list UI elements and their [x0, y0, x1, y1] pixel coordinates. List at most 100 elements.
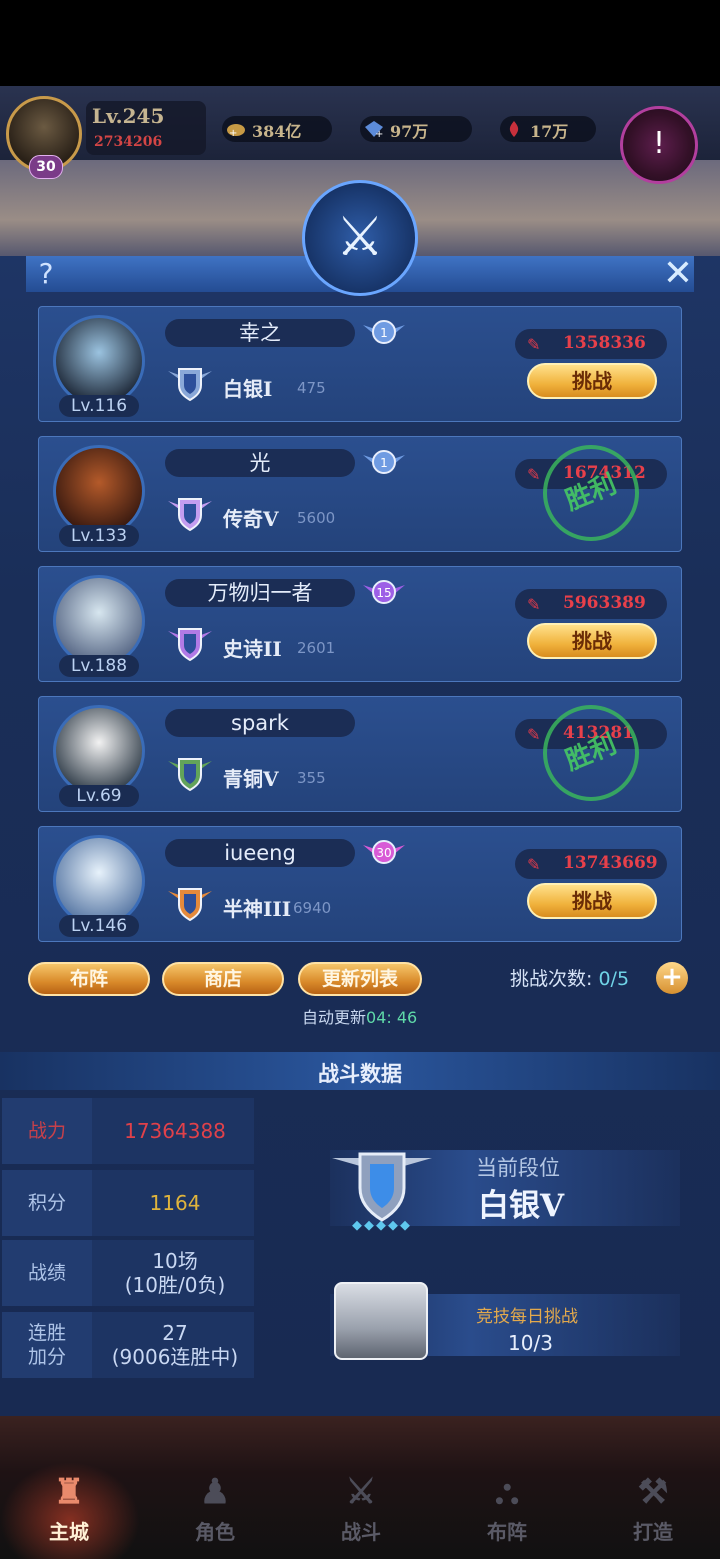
- opponent-avatar[interactable]: [53, 445, 145, 537]
- power-pen-icon: ✎: [527, 595, 541, 614]
- rank-badge-icon: [168, 758, 212, 792]
- opponent-power: 5963389: [563, 593, 646, 613]
- challenge-button[interactable]: 挑战: [527, 363, 657, 399]
- battle-data-title: 战斗数据: [318, 1061, 402, 1086]
- gold-icon: +: [227, 124, 245, 138]
- battle-stat-row: 积分 1164: [2, 1170, 254, 1236]
- formation-icon: ⛬: [495, 1472, 519, 1512]
- opponent-row[interactable]: Lv.69 spark 青铜V 355 ✎ 413281 胜利: [38, 690, 682, 816]
- blood-gem-value: 17万: [530, 122, 569, 141]
- add-challenge-button[interactable]: +: [656, 962, 688, 994]
- stat-value: 27: [162, 1321, 188, 1345]
- quest-scroll-button[interactable]: !: [620, 106, 698, 184]
- rank-badge-icon: [168, 628, 212, 662]
- opponent-power-box: ✎ 13743669: [515, 849, 667, 879]
- medal-icon: 1: [363, 320, 405, 344]
- opponent-level: Lv.188: [59, 655, 139, 677]
- opponent-name: spark: [165, 709, 355, 737]
- battle-stat-row: 连胜 加分 27 (9006连胜中): [2, 1312, 254, 1378]
- auto-refresh: 自动更新04: 46: [302, 1004, 417, 1028]
- nav-tab[interactable]: ⚒ 打造: [598, 1468, 708, 1545]
- opponent-score: 2601: [297, 639, 336, 657]
- player-avatar[interactable]: 30: [6, 96, 82, 179]
- medal-number: 1: [380, 456, 388, 470]
- rank-badge-icon: [168, 498, 212, 532]
- challenge-count-label: 挑战次数:: [510, 968, 593, 990]
- stat-value-box: 17364388: [96, 1098, 254, 1164]
- challenge-count: 挑战次数: 0/5: [510, 964, 629, 991]
- opponent-level: Lv.69: [59, 785, 139, 807]
- nav-tab[interactable]: ♟ 角色: [160, 1468, 270, 1545]
- auto-refresh-label: 自动更新: [302, 1008, 367, 1027]
- shop-button[interactable]: 商店: [162, 962, 284, 996]
- stat-sub-value: (10胜/0负): [124, 1273, 226, 1297]
- auto-refresh-timer: 04: 46: [366, 1008, 418, 1027]
- stat-value: 10场: [152, 1249, 198, 1273]
- battle-stat-row: 战绩 10场 (10胜/0负): [2, 1240, 254, 1306]
- close-button[interactable]: ✕: [658, 252, 698, 296]
- swords-icon: ⚔: [345, 1472, 377, 1512]
- stat-sub-value: (9006连胜中): [111, 1345, 239, 1369]
- diamond-icon: +: [365, 121, 383, 138]
- victory-stamp: 胜利: [528, 430, 654, 556]
- opponent-avatar[interactable]: [53, 315, 145, 407]
- medal-icon: 1: [363, 450, 405, 474]
- castle-icon: ♜: [53, 1472, 85, 1512]
- opponent-name: 光: [165, 449, 355, 477]
- blood-gem-resource[interactable]: 17万: [500, 116, 596, 142]
- nav-tab[interactable]: ♜ 主城: [14, 1468, 124, 1545]
- crossed-swords-icon: ⚔: [302, 180, 418, 296]
- opponent-rank: 传奇V: [223, 507, 279, 531]
- challenge-button[interactable]: 挑战: [527, 623, 657, 659]
- opponent-score: 475: [297, 379, 326, 397]
- rank-badge-icon: [168, 368, 212, 402]
- opponent-avatar[interactable]: [53, 705, 145, 797]
- opponent-avatar[interactable]: [53, 575, 145, 667]
- opponent-name: 幸之: [165, 319, 355, 347]
- nav-label: 打造: [633, 1520, 673, 1544]
- victory-stamp: 胜利: [528, 690, 654, 816]
- power-pen-icon: ✎: [527, 725, 541, 744]
- opponent-power: 1358336: [563, 333, 646, 353]
- daily-challenge-value: 10/3: [508, 1331, 553, 1355]
- formation-button[interactable]: 布阵: [28, 962, 150, 996]
- medal-icon: 30: [363, 840, 405, 864]
- medal-number: 15: [376, 586, 391, 600]
- anvil-icon: ⚒: [637, 1472, 669, 1512]
- opponent-row[interactable]: Lv.188 万物归一者 15 史诗II 2601 ✎ 5963389 挑战: [38, 566, 682, 682]
- battle-stat-row: 战力 17364388: [2, 1098, 254, 1164]
- opponent-row[interactable]: Lv.146 iueeng 30 半神III 6940 ✎ 13743669 挑战: [38, 826, 682, 942]
- opponent-score: 5600: [297, 509, 336, 527]
- opponent-avatar[interactable]: [53, 835, 145, 927]
- challenge-count-value: 0/5: [598, 968, 630, 990]
- opponent-level: Lv.116: [59, 395, 139, 417]
- current-rank-label: 当前段位: [476, 1156, 560, 1180]
- opponent-rank: 半神III: [223, 897, 292, 921]
- vip-badge: 30: [29, 155, 63, 179]
- power-pen-icon: ✎: [527, 855, 541, 874]
- stat-label: 战力: [2, 1098, 92, 1164]
- nav-tab[interactable]: ⛬ 布阵: [452, 1468, 562, 1545]
- help-button[interactable]: ?: [26, 256, 66, 292]
- opponent-rank: 白银I: [223, 377, 273, 401]
- silver-rank-icon: [332, 1152, 432, 1231]
- diamond-value: 97万: [390, 122, 429, 141]
- power-pen-icon: ✎: [527, 465, 541, 484]
- gold-resource[interactable]: + 384亿: [222, 116, 332, 142]
- rank-badge-icon: [168, 888, 212, 922]
- opponent-rank: 青铜V: [223, 767, 279, 791]
- challenge-button[interactable]: 挑战: [527, 883, 657, 919]
- stat-value-box: 27 (9006连胜中): [96, 1312, 254, 1378]
- svg-text:+: +: [375, 129, 383, 138]
- opponent-power-box: ✎ 5963389: [515, 589, 667, 619]
- diamond-resource[interactable]: + 97万: [360, 116, 472, 142]
- treasure-chest-icon[interactable]: [334, 1282, 428, 1360]
- stat-value: 1164: [149, 1191, 201, 1215]
- opponent-row[interactable]: Lv.133 光 1 传奇V 5600 ✎ 1674312 胜利: [38, 430, 682, 556]
- opponent-row[interactable]: Lv.116 幸之 1 白银I 475 ✎ 1358336 挑战: [38, 306, 682, 422]
- opponent-score: 6940: [293, 899, 332, 917]
- refresh-list-button[interactable]: 更新列表: [298, 962, 422, 996]
- stat-value-box: 10场 (10胜/0负): [96, 1240, 254, 1306]
- current-rank-value: 白银V: [478, 1188, 565, 1224]
- nav-tab[interactable]: ⚔ 战斗: [306, 1468, 416, 1545]
